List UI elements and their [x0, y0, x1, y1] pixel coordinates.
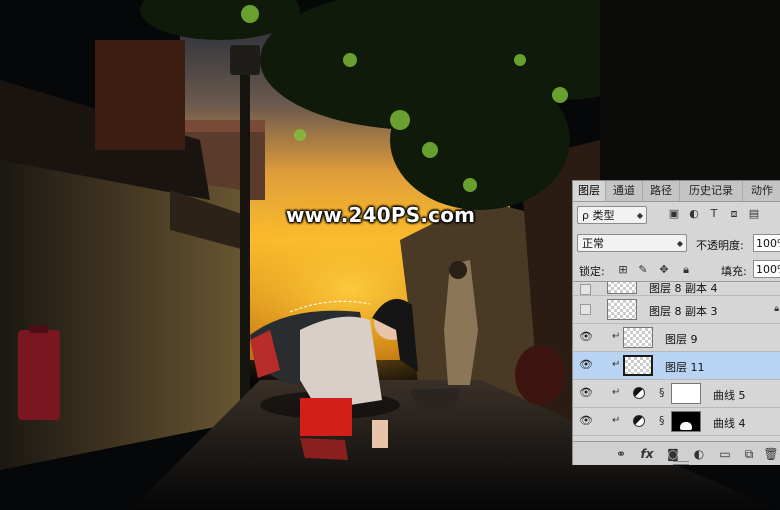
opacity-input[interactable]: 100% [753, 234, 780, 252]
layers-panel: 图层 通道 路径 历史记录 动作 ρ 类型 ◆ ▣ ◐ T ⧈ ▤ 正常 ◆ 不… [572, 180, 780, 465]
filter-kind-label: ρ 类型 [582, 209, 615, 222]
new-adjustment-icon[interactable]: ◐ [691, 446, 707, 462]
lock-paint-icon[interactable]: ✎ [637, 264, 649, 276]
layer-name[interactable]: 图层 9 [665, 331, 698, 347]
layer-list: 图层 8 副本 4 图层 8 副本 3 🔒︎ 👁︎ ↵ 图层 9 👁︎ ↵ 图层… [573, 281, 780, 442]
blend-mode-select[interactable]: 正常 ◆ [577, 234, 687, 252]
tab-channels[interactable]: 通道 [606, 181, 643, 201]
layer-name[interactable]: 图层 8 副本 4 [649, 282, 718, 296]
tab-paths[interactable]: 路径 [643, 181, 680, 201]
opacity-label: 不透明度: [696, 239, 744, 252]
filter-kind-select[interactable]: ρ 类型 ◆ [577, 206, 647, 224]
lock-transparent-icon[interactable]: ⊞ [617, 264, 629, 276]
panel-resize-grip[interactable] [673, 461, 689, 465]
lock-row: 锁定: 填充: 100% [573, 259, 780, 281]
visibility-toggle[interactable] [580, 284, 591, 295]
blend-mode-value: 正常 [582, 237, 604, 250]
eye-icon[interactable]: 👁︎ [578, 359, 594, 371]
layer-row-selected[interactable]: 👁︎ ↵ 图层 11 [573, 352, 780, 380]
photoshop-canvas: www.240PS.com 图层 通道 路径 历史记录 动作 ρ 类型 ◆ ▣ … [0, 0, 780, 510]
layer-name[interactable]: 曲线 4 [713, 415, 746, 431]
layer-thumbnail [607, 299, 637, 320]
smart-object-filter-icon[interactable]: ▤ [747, 207, 761, 221]
clipping-arrow-icon: ↵ [612, 359, 621, 370]
fill-input[interactable]: 100% [753, 260, 780, 278]
clipping-arrow-icon: ↵ [612, 415, 621, 426]
eye-icon[interactable]: 👁︎ [578, 331, 594, 343]
layer-name[interactable]: 图层 8 副本 3 [649, 303, 718, 319]
watermark-text: www.240PS.com [286, 203, 476, 227]
lock-move-icon[interactable]: ✥ [658, 264, 670, 276]
panel-tabs: 图层 通道 路径 历史记录 动作 [573, 181, 780, 202]
layer-mask-thumbnail [671, 383, 701, 404]
blend-row: 正常 ◆ 不透明度: 100% [573, 231, 780, 257]
curves-adjustment-icon [633, 387, 645, 399]
layer-row[interactable]: 👁︎ ↵ § 曲线 4 [573, 408, 780, 436]
fill-label: 填充: [721, 265, 747, 278]
image-filter-icon[interactable]: ▣ [667, 207, 681, 221]
layer-name[interactable]: 曲线 5 [713, 387, 746, 403]
chain-link-icon[interactable]: § [659, 414, 667, 428]
layer-row[interactable]: 图层 8 副本 3 🔒︎ [573, 296, 780, 324]
shape-filter-icon[interactable]: ⧈ [727, 207, 741, 221]
layer-thumbnail [623, 355, 653, 376]
adjustment-filter-icon[interactable]: ◐ [687, 207, 701, 221]
link-layers-icon[interactable]: ⚭ [613, 446, 629, 462]
tab-actions[interactable]: 动作 [743, 181, 780, 201]
curves-adjustment-icon [633, 415, 645, 427]
layer-row[interactable]: 👁︎ ↵ § 曲线 5 [573, 380, 780, 408]
eye-icon[interactable]: 👁︎ [578, 387, 594, 399]
new-layer-icon[interactable]: ⧉ [741, 446, 757, 462]
lock-all-icon[interactable]: 🔒︎ [680, 264, 692, 276]
chain-link-icon[interactable]: § [659, 386, 667, 400]
fx-icon[interactable]: fx [639, 446, 655, 462]
lock-label: 锁定: [579, 265, 605, 278]
new-group-icon[interactable]: ▭ [717, 446, 733, 462]
tab-history[interactable]: 历史记录 [680, 181, 743, 201]
layer-name[interactable]: 图层 11 [665, 359, 705, 375]
layer-thumbnail [623, 327, 653, 348]
clipping-arrow-icon: ↵ [612, 331, 621, 342]
type-filter-icon[interactable]: T [707, 207, 721, 221]
delete-layer-icon[interactable]: 🗑︎ [763, 446, 779, 462]
chevron-updown-icon: ◆ [676, 239, 683, 248]
tab-layers[interactable]: 图层 [573, 181, 606, 201]
layer-row[interactable]: 👁︎ ↵ 图层 9 [573, 324, 780, 352]
add-mask-icon[interactable]: ◙ [665, 446, 681, 462]
clipping-arrow-icon: ↵ [612, 387, 621, 398]
layer-thumbnail [607, 282, 637, 294]
eye-icon[interactable]: 👁︎ [578, 415, 594, 427]
lock-icon: 🔒︎ [774, 304, 779, 314]
visibility-toggle[interactable] [580, 304, 591, 315]
layer-row[interactable]: 图层 8 副本 4 [573, 282, 780, 296]
layer-mask-thumbnail [671, 411, 701, 432]
chevron-updown-icon: ◆ [636, 211, 643, 220]
